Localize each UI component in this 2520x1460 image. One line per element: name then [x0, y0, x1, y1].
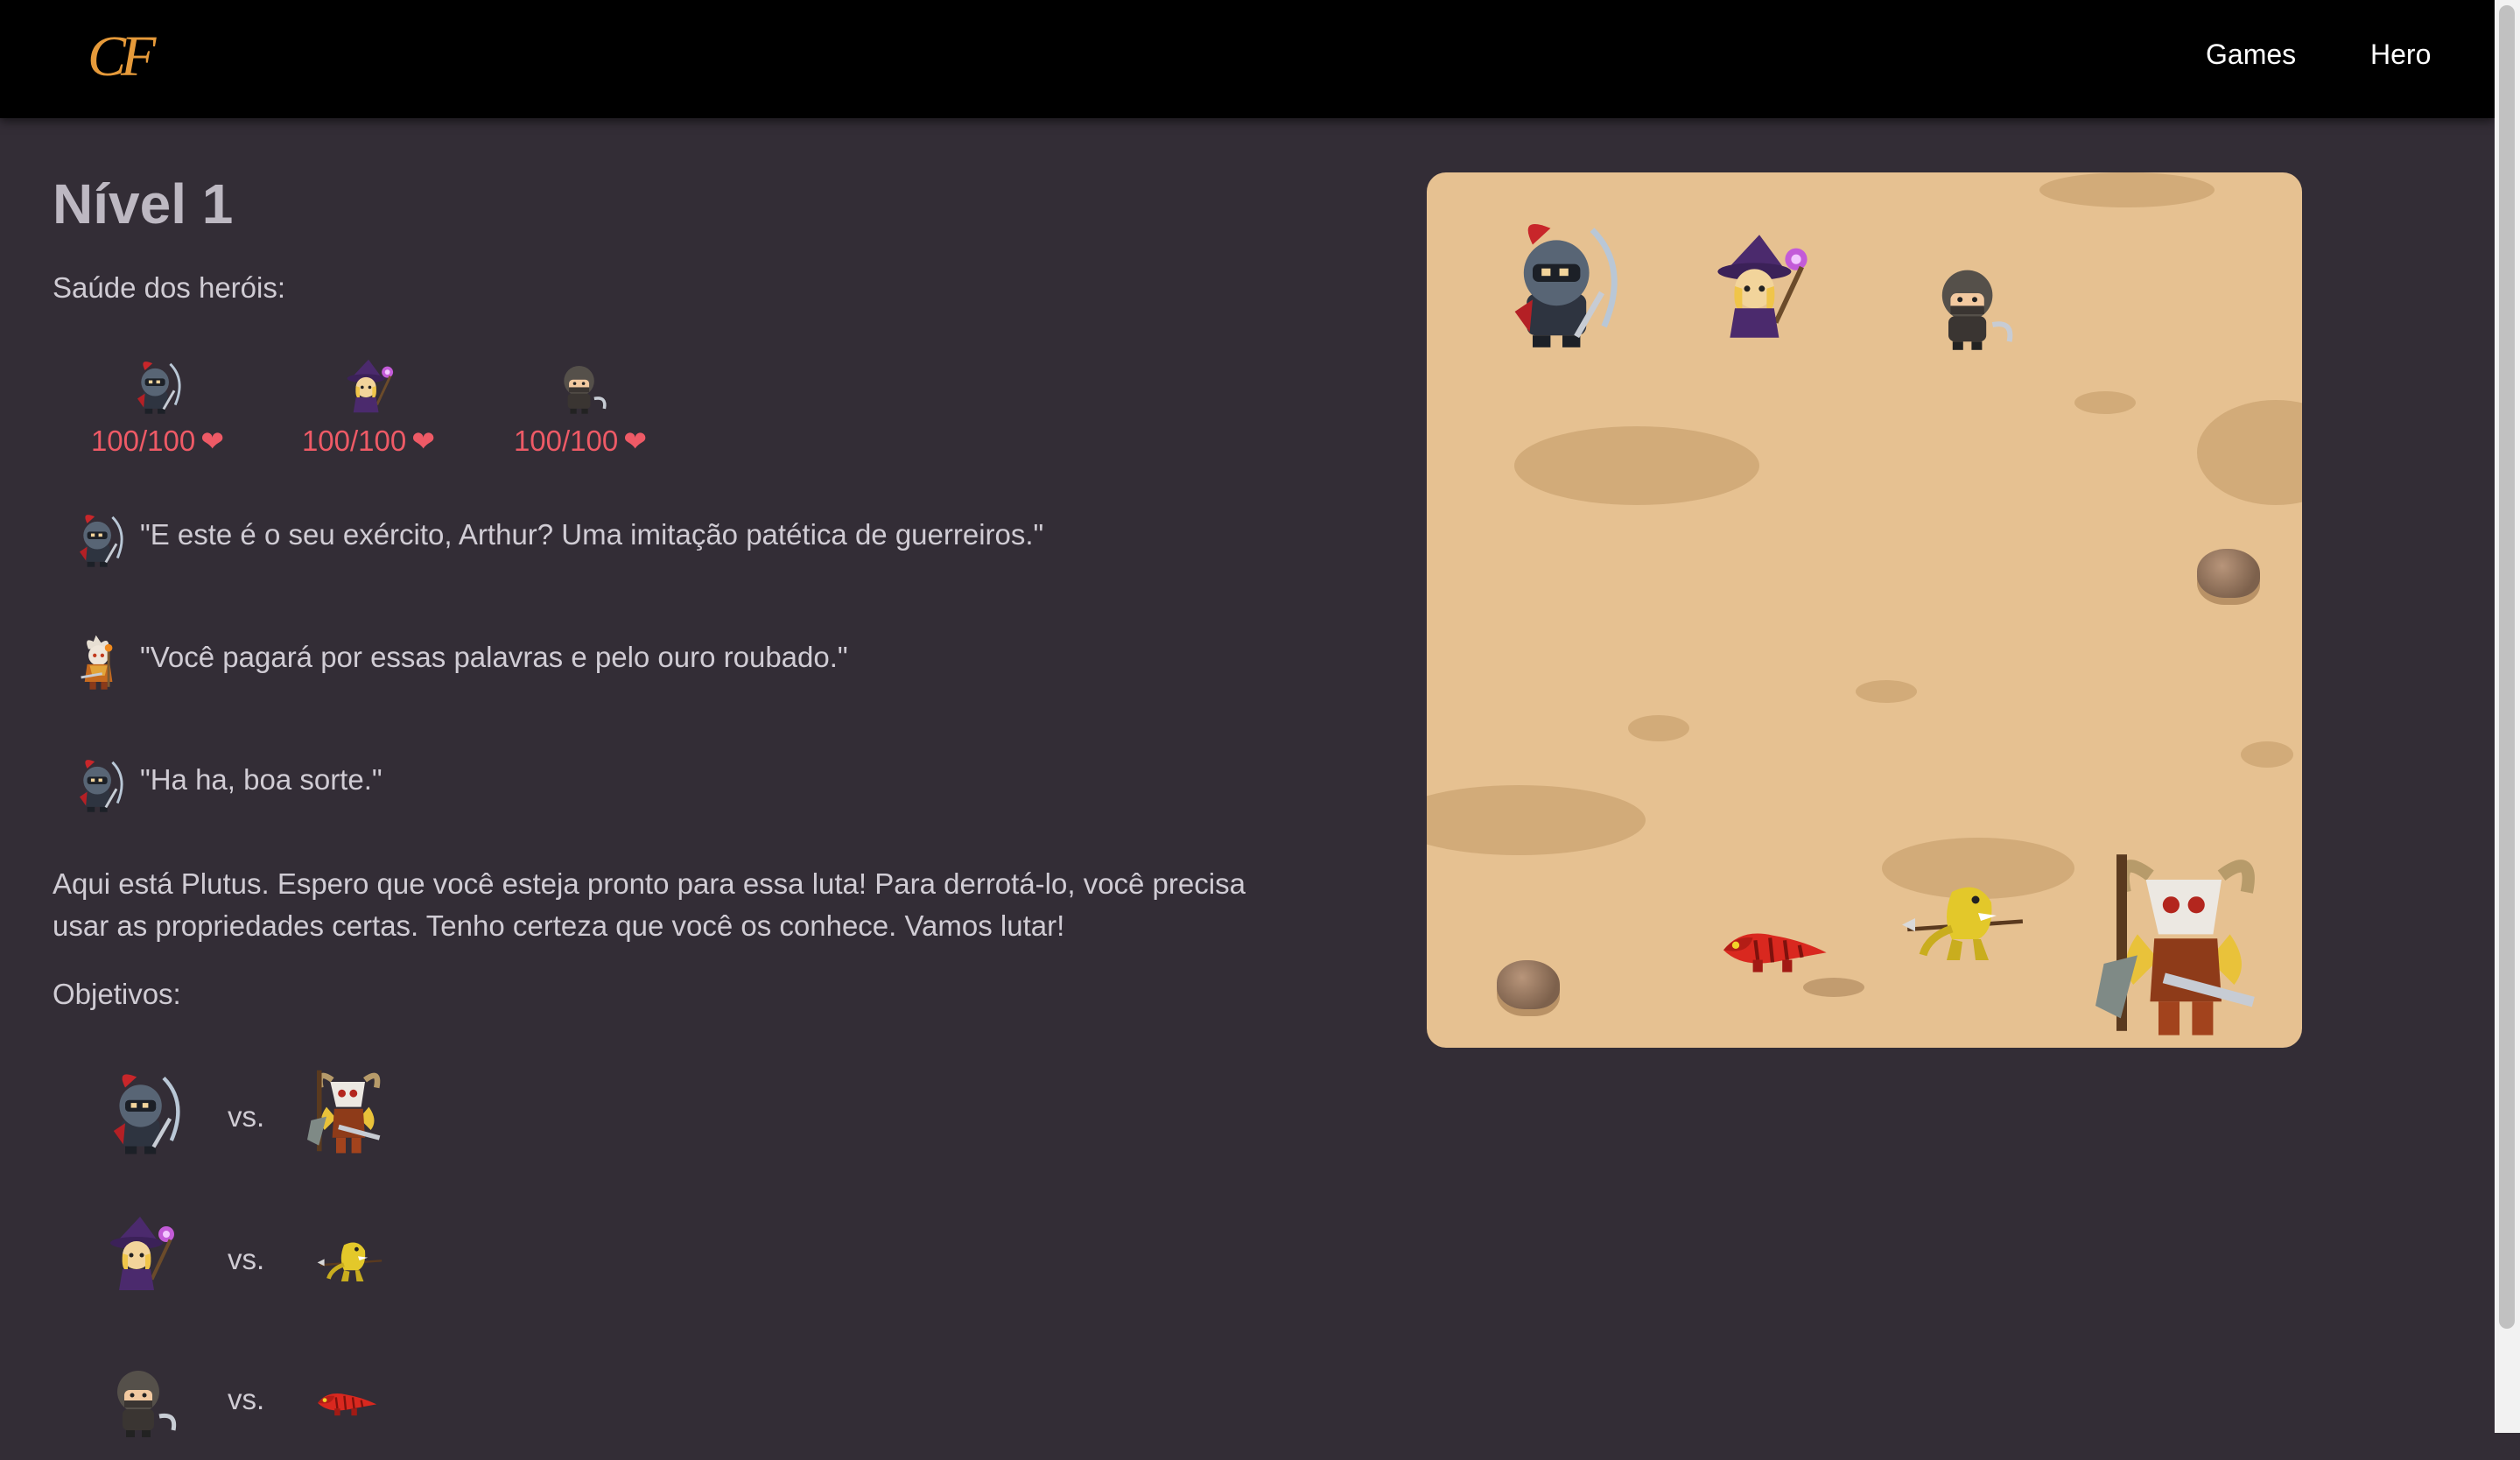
hero-health-wizard: 100/100 ❤: [285, 354, 452, 458]
vs-label: vs.: [228, 1243, 265, 1275]
logo[interactable]: CF: [88, 26, 156, 88]
yellow-lizard-spear-icon: [303, 1225, 399, 1295]
hero-health-rogue: 100/100 ❤: [497, 354, 663, 458]
wizard-icon: [96, 1210, 184, 1297]
objective-row: vs.: [96, 1063, 429, 1169]
heart-icon: ❤: [200, 425, 225, 457]
hero-health-label: Saúde dos heróis:: [53, 271, 286, 304]
objective-row: vs.: [96, 1355, 429, 1460]
dialogue-text: "Você pagará por essas palavras e pelo o…: [140, 641, 848, 673]
nav-link-hero[interactable]: Hero: [2370, 39, 2431, 71]
page-title: Nível 1: [53, 172, 234, 235]
skull-warrior-icon[interactable]: [2074, 838, 2285, 1048]
sand-patch: [1628, 715, 1689, 741]
top-navbar: CF Games Hero: [0, 0, 2495, 118]
knight-icon: [68, 753, 131, 816]
dialogue-text: "E este é o seu exército, Arthur? Uma im…: [140, 518, 1044, 551]
sand-patch: [1427, 785, 1646, 855]
rock-icon: [2197, 549, 2260, 598]
rogue-icon[interactable]: [1917, 251, 2022, 356]
wizard-icon: [337, 354, 400, 418]
dialogue-text: "Ha ha, boa sorte.": [140, 763, 383, 796]
rogue-icon: [96, 1355, 184, 1442]
level-description: Aqui está Plutus. Espero que você esteja…: [53, 867, 1246, 942]
vs-label: vs.: [228, 1100, 265, 1133]
sand-patch: [2197, 400, 2302, 505]
heart-icon: ❤: [623, 425, 648, 457]
vs-label: vs.: [228, 1383, 265, 1415]
knight-icon: [68, 508, 131, 571]
sand-patch: [1514, 426, 1759, 505]
sand-patch: [2039, 172, 2215, 207]
sand-patch: [1856, 680, 1917, 703]
hero-health-value: 100/100 ❤: [497, 425, 663, 458]
yellow-lizard-spear-icon[interactable]: [1882, 855, 2048, 986]
knight-icon: [96, 1063, 193, 1160]
sand-patch: [2241, 741, 2293, 768]
hero-health-value: 100/100 ❤: [74, 425, 241, 458]
objective-row: vs.: [96, 1210, 429, 1315]
wizard-icon[interactable]: [1698, 225, 1821, 347]
arthur-icon: [68, 630, 131, 693]
objectives-label: Objetivos:: [53, 978, 181, 1010]
nav-link-games[interactable]: Games: [2206, 39, 2296, 71]
health-text: 100/100: [513, 425, 619, 457]
red-lizard-icon[interactable]: [1681, 881, 1864, 1004]
knight-icon: [126, 354, 189, 418]
health-text: 100/100: [90, 425, 196, 457]
rock-icon: [1497, 960, 1560, 1009]
knight-icon[interactable]: [1488, 207, 1637, 356]
hero-health-value: 100/100 ❤: [285, 425, 452, 458]
sand-patch: [2074, 391, 2136, 414]
skull-warrior-icon: [298, 1058, 394, 1163]
health-text: 100/100: [301, 425, 407, 457]
heart-icon: ❤: [411, 425, 436, 457]
red-lizard-icon: [289, 1364, 403, 1434]
hero-health-knight: 100/100 ❤: [74, 354, 241, 458]
scrollbar-thumb[interactable]: [2499, 5, 2515, 1329]
game-board[interactable]: [1427, 172, 2302, 1048]
rogue-icon: [549, 354, 612, 418]
